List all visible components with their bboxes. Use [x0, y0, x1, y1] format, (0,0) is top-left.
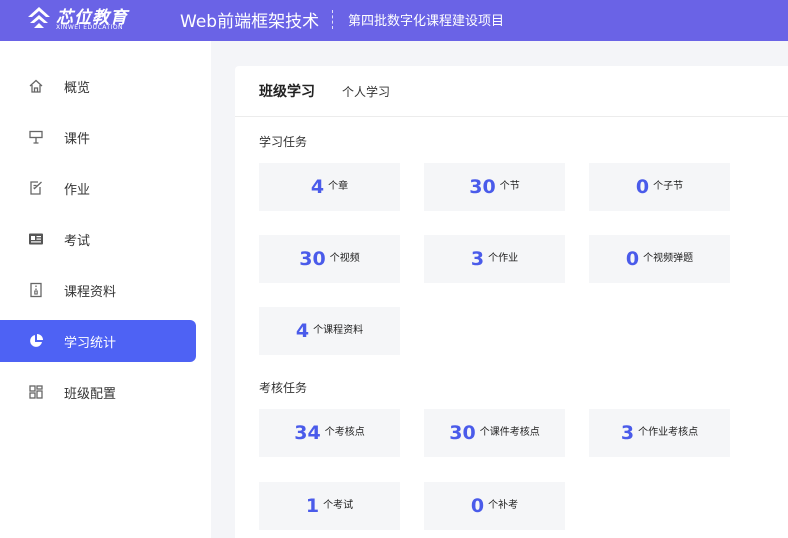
tab-bar: 班级学习 个人学习 [235, 66, 788, 117]
stat-card: 1 个考试 [259, 482, 400, 530]
pie-chart-icon [30, 334, 43, 347]
sidebar-item-label: 课程资料 [64, 285, 117, 300]
sidebar: 概览 课件 作业 考试 课程资料 学习统计 班级配置 [0, 41, 211, 538]
sidebar-item-overview[interactable]: 概览 [0, 65, 196, 107]
stat-card: 3 个作业考核点 [589, 409, 730, 457]
sidebar-item-label: 课件 [64, 132, 91, 147]
stat-unit: 个节 [499, 181, 520, 192]
sidebar-item-label: 作业 [64, 183, 91, 198]
sidebar-item-class-config[interactable]: 班级配置 [0, 371, 196, 413]
stat-card: 30 个节 [424, 163, 565, 211]
stat-number: 34 [294, 422, 321, 444]
stat-number: 0 [470, 495, 485, 517]
stat-number: 4 [310, 176, 325, 198]
sidebar-item-exam[interactable]: 考试 [0, 218, 196, 260]
edit-document-icon [30, 181, 42, 195]
stat-unit: 个作业考核点 [638, 427, 699, 438]
grid-icon [29, 385, 43, 399]
stat-number: 1 [305, 495, 320, 517]
stat-card: 4 个章 [259, 163, 400, 211]
presentation-icon [29, 130, 43, 144]
stat-unit: 个课件考核点 [479, 427, 540, 438]
sidebar-item-label: 考试 [64, 234, 91, 249]
stat-card: 4 个课程资料 [259, 307, 400, 355]
stat-number: 0 [635, 176, 650, 198]
stat-card: 0 个补考 [424, 482, 565, 530]
stat-card: 0 个子节 [589, 163, 730, 211]
stat-number: 4 [295, 320, 310, 342]
tab-personal-learning[interactable]: 个人学习 [342, 83, 390, 100]
sidebar-item-label: 班级配置 [64, 387, 117, 402]
top-header: 芯位教育 XINWEI EDUCATION Web前端框架技术 第四批数字化课程… [0, 0, 788, 41]
stat-card: 30 个课件考核点 [424, 409, 565, 457]
stat-number: 3 [470, 248, 485, 270]
stat-number: 30 [449, 422, 476, 444]
stat-unit: 个视频弹题 [643, 253, 694, 264]
header-divider [332, 10, 333, 29]
sidebar-item-label: 概览 [64, 81, 91, 96]
stat-number: 0 [625, 248, 640, 270]
id-card-icon [29, 233, 43, 245]
tab-class-learning[interactable]: 班级学习 [259, 81, 315, 101]
stat-card: 30 个视频 [259, 235, 400, 283]
stat-unit: 个考试 [323, 500, 354, 511]
logo-icon [28, 7, 50, 28]
stat-unit: 个课程资料 [313, 325, 364, 336]
stat-unit: 个子节 [653, 181, 684, 192]
main-panel: 班级学习 个人学习 学习任务 4 个章 30 个节 0 个子节 30 个视频 3 个作业 … [235, 66, 788, 538]
project-title: 第四批数字化课程建设项目 [348, 14, 505, 29]
home-icon [29, 79, 43, 93]
section-title-learning-tasks: 学习任务 [259, 135, 308, 149]
sidebar-item-learning-stats[interactable]: 学习统计 [0, 320, 196, 362]
sidebar-item-label: 学习统计 [64, 336, 117, 351]
logo-subtext: XINWEI EDUCATION [56, 24, 124, 31]
stat-card: 0 个视频弹题 [589, 235, 730, 283]
stat-unit: 个作业 [488, 253, 519, 264]
stat-card: 3 个作业 [424, 235, 565, 283]
section-title-assessment-tasks: 考核任务 [259, 381, 308, 395]
stat-number: 30 [469, 176, 496, 198]
sidebar-item-materials[interactable]: 课程资料 [0, 269, 196, 311]
course-title: Web前端框架技术 [180, 12, 320, 32]
file-archive-icon [30, 282, 42, 298]
stat-unit: 个章 [328, 181, 349, 192]
stat-card: 34 个考核点 [259, 409, 400, 457]
stat-unit: 个补考 [488, 500, 519, 511]
sidebar-item-courseware[interactable]: 课件 [0, 116, 196, 158]
stat-number: 30 [299, 248, 326, 270]
brand-logo[interactable]: 芯位教育 XINWEI EDUCATION [26, 3, 134, 37]
sidebar-item-homework[interactable]: 作业 [0, 167, 196, 209]
stat-number: 3 [620, 422, 635, 444]
stat-unit: 个视频 [329, 253, 360, 264]
stat-unit: 个考核点 [324, 427, 365, 438]
